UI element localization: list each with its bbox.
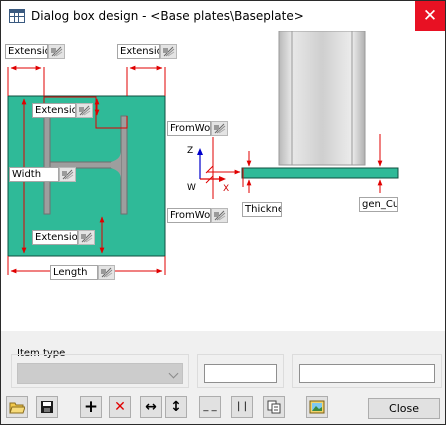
window-title: Dialog box design - <Base plates\Basepla… (31, 9, 304, 23)
thickness-field[interactable]: Thickness (242, 202, 282, 217)
save-icon (41, 401, 53, 413)
axis-w-label: W (187, 183, 196, 193)
picture-icon (309, 400, 325, 414)
app-table-icon (9, 9, 25, 23)
horizontal-align-icon: _ _ (203, 401, 217, 412)
horizontal-dimension-button[interactable]: ↔ (140, 396, 162, 418)
extension-top-left-field[interactable]: Extensio (5, 44, 48, 59)
column-flange-right (120, 115, 128, 215)
extension-inner-top-field[interactable]: Extensio (32, 103, 76, 118)
title-bar: Dialog box design - <Base plates\Basepla… (1, 1, 445, 31)
save-button[interactable] (36, 396, 58, 418)
width-field[interactable]: Width (9, 167, 59, 182)
extension-inner-bottom-field[interactable]: Extension (32, 230, 78, 245)
base-plate-side-view (241, 167, 399, 179)
chevron-down-icon (168, 368, 179, 379)
vertical-align-icon: | | (237, 401, 247, 412)
axis-x-label: X (223, 184, 230, 194)
axis-z-label: Z (187, 146, 194, 156)
vertical-dimension-icon: ↕ (170, 399, 182, 415)
picture-button[interactable] (306, 396, 328, 418)
from-work-upper-pick-icon[interactable] (211, 121, 228, 136)
horizontal-align-button[interactable]: _ _ (199, 396, 221, 418)
item-type-dropdown[interactable] (17, 363, 183, 384)
vertical-align-button[interactable]: | | (231, 396, 253, 418)
window-close-button[interactable]: ✕ (415, 1, 445, 31)
from-work-lower-pick-icon[interactable] (211, 208, 228, 223)
vertical-dimension-button[interactable]: ↕ (165, 396, 187, 418)
horizontal-dimension-icon: ↔ (145, 399, 157, 415)
open-folder-button[interactable] (6, 396, 28, 418)
copy-icon (267, 400, 281, 414)
copy-button[interactable] (263, 396, 285, 418)
value-field-2[interactable] (299, 364, 435, 383)
from-work-upper-field[interactable]: FromWork (167, 121, 211, 136)
length-field[interactable]: Length (50, 265, 98, 280)
open-folder-icon (9, 402, 26, 414)
add-button[interactable]: + (80, 396, 102, 418)
delete-icon: ✕ (114, 399, 126, 415)
gen-cut-field[interactable]: gen_Cut (359, 197, 398, 212)
from-work-lower-field[interactable]: FromWork (167, 208, 211, 223)
design-canvas: Z X W Extensio Extensio Extensio Width E… (1, 31, 445, 331)
close-button[interactable]: Close (368, 398, 440, 419)
dialog-window: Dialog box design - <Base plates\Basepla… (0, 0, 446, 425)
extension-inner-top-pick-icon[interactable] (76, 103, 93, 118)
extension-top-right-pick-icon[interactable] (160, 44, 177, 59)
extension-top-right-field[interactable]: Extensio (117, 44, 160, 59)
coordinate-system-icon (197, 148, 226, 184)
width-pick-icon[interactable] (59, 167, 76, 182)
column-flange-left (43, 115, 51, 215)
delete-button[interactable]: ✕ (109, 396, 131, 418)
length-pick-icon[interactable] (98, 265, 115, 280)
extension-top-left-pick-icon[interactable] (48, 44, 65, 59)
add-icon: + (83, 397, 99, 417)
value-field-1[interactable] (204, 364, 277, 383)
extension-inner-bottom-pick-icon[interactable] (78, 230, 95, 245)
